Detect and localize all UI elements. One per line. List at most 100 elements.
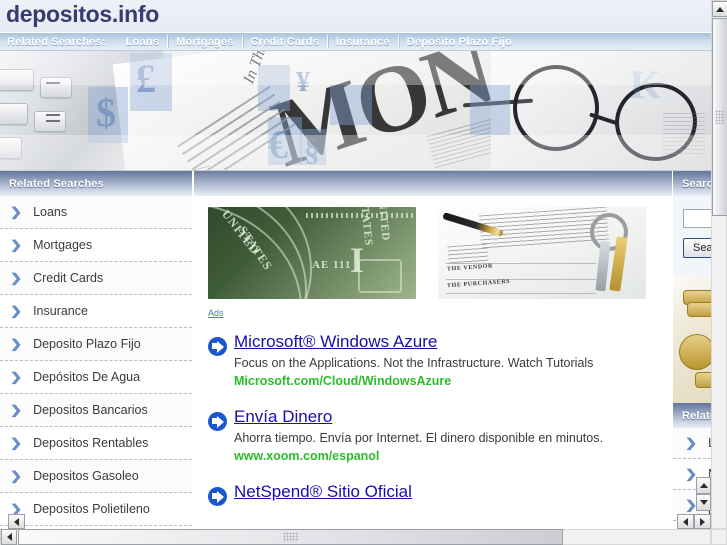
scrollbar-grip-icon — [282, 532, 299, 542]
main-panel-title — [194, 171, 672, 196]
chevron-right-icon: ❯ — [9, 238, 23, 252]
chevron-right-icon: ❯ — [9, 403, 23, 417]
related-searches-navbar: Related Searches: Loans Mortgages Credit… — [0, 32, 711, 51]
hero-banner-image: In The MONEY ing towa K £ $ € § ¥ — [0, 51, 711, 171]
sidebar-panel-title: Related Searches — [0, 171, 192, 196]
triangle-right-icon — [700, 517, 705, 526]
arrow-right-circle-icon — [208, 412, 227, 432]
scrollbar-corner — [711, 529, 727, 545]
banner-symbol-dollar: $ — [96, 90, 116, 135]
triangle-left-icon — [683, 517, 688, 526]
ad-body: NetSpend® Sitio Oficial — [234, 482, 658, 506]
right-column: Search Search Related ❯ Loans ❯ — [672, 171, 711, 529]
sidebar-item-label: Depositos Polietileno — [33, 502, 150, 516]
ad-title-link[interactable]: Envía Dinero — [234, 407, 658, 427]
ad-title-link[interactable]: NetSpend® Sitio Oficial — [234, 482, 658, 502]
chevron-right-icon: ❯ — [9, 271, 23, 285]
sidebar-item-label: Loans — [33, 205, 68, 219]
scroll-left-button[interactable] — [1, 529, 17, 545]
sidebar-item-depositos-bancarios[interactable]: ❯ Depositos Bancarios — [0, 394, 192, 427]
search-panel-body: Search — [673, 196, 711, 276]
vertical-scrollbar-thumb[interactable] — [712, 18, 727, 216]
vertical-scrollbar[interactable] — [711, 0, 727, 529]
ad-body: Envía Dinero Ahorra tiempo. Envía por In… — [234, 407, 658, 463]
ad-item: Envía Dinero Ahorra tiempo. Envía por In… — [208, 407, 658, 463]
triangle-up-icon — [716, 6, 724, 12]
ad-bullet — [208, 407, 234, 463]
content-area: Related Searches ❯ Loans ❯ Mortgages ❯ C… — [0, 171, 711, 529]
triangle-left-icon — [14, 517, 19, 526]
ads-label[interactable]: Ads — [208, 308, 224, 318]
triangle-down-icon — [699, 500, 708, 505]
inner-scroll-right-button-2[interactable] — [694, 514, 711, 529]
chevron-right-icon: ❯ — [9, 205, 23, 219]
arrow-right-circle-icon — [208, 337, 227, 356]
triangle-left-icon — [6, 533, 12, 541]
image-key — [595, 240, 611, 292]
image-gold-coins — [673, 276, 711, 403]
ad-description: Ahorra tiempo. Envía por Internet. El di… — [234, 430, 603, 445]
inner-scroll-down-button[interactable] — [696, 494, 711, 511]
chevron-right-icon: ❯ — [9, 304, 23, 318]
main-panel-body: UNITED STATES UNITED STATES AE 111 I THE — [194, 196, 672, 529]
sidebar-item-depositos-rentables[interactable]: ❯ Depositos Rentables — [0, 427, 192, 460]
search-button[interactable]: Search — [683, 237, 711, 258]
inner-scroll-up-button[interactable] — [696, 477, 711, 494]
inner-vertical-scrollbar[interactable] — [696, 477, 711, 511]
scrollbar-grip-icon — [715, 110, 725, 124]
ad-bullet — [208, 482, 234, 507]
sidebar-item-label: Insurance — [33, 304, 88, 318]
inner-horizontal-scrollbar-left[interactable] — [8, 514, 42, 529]
ad-url-link[interactable]: www.xoom.com/espanol — [234, 449, 658, 463]
nav-item-credit-cards[interactable]: Credit Cards — [243, 36, 327, 48]
sidebar-item-credit-cards[interactable]: ❯ Credit Cards — [0, 262, 192, 295]
nav-item-deposito-plazo-fijo[interactable]: Deposito Plazo Fijo — [399, 36, 520, 48]
ad-title-link[interactable]: Microsoft® Windows Azure — [234, 332, 658, 352]
page-viewport: depositos.info Related Searches: Loans M… — [0, 0, 711, 529]
search-input[interactable] — [683, 208, 711, 228]
chevron-right-icon: ❯ — [9, 337, 23, 351]
main-panel: UNITED STATES UNITED STATES AE 111 I THE — [193, 171, 672, 529]
ad-url-link[interactable]: Microsoft.com/Cloud/WindowsAzure — [234, 374, 658, 388]
sidebar-item-label: Depositos Rentables — [33, 436, 149, 450]
sidebar-related-searches: Related Searches ❯ Loans ❯ Mortgages ❯ C… — [0, 171, 193, 529]
inner-scroll-left-button[interactable] — [8, 514, 25, 529]
site-header: depositos.info — [0, 0, 711, 32]
ad-bullet — [208, 332, 234, 388]
sidebar-item-depositos-gasoleo[interactable]: ❯ Depositos Gasoleo — [0, 460, 192, 493]
chevron-right-icon: ❯ — [9, 436, 23, 450]
search-panel-title: Search — [673, 171, 711, 196]
image-caption-vendor: THE VENDOR — [446, 263, 494, 273]
related-panel-title: Related — [673, 403, 711, 428]
inner-horizontal-scrollbar-right[interactable] — [677, 514, 711, 529]
sidebar-item-label: Depósitos De Agua — [33, 370, 141, 384]
triangle-up-icon — [699, 483, 708, 488]
nav-item-mortgages[interactable]: Mortgages — [168, 36, 241, 48]
scroll-up-button[interactable] — [712, 1, 727, 17]
image-caption-purchasers: THE PURCHASERS — [446, 278, 511, 290]
sidebar-item-label: Depositos Bancarios — [33, 403, 148, 417]
sidebar-list: ❯ Loans ❯ Mortgages ❯ Credit Cards ❯ Ins… — [0, 196, 192, 526]
ad-body: Microsoft® Windows Azure Focus on the Ap… — [234, 332, 658, 388]
sidebar-item-label: Mortgages — [33, 238, 93, 252]
image-money-banknotes: UNITED STATES UNITED STATES AE 111 I — [208, 207, 416, 299]
chevron-right-icon: ❯ — [9, 370, 23, 384]
sidebar-item-depositos-de-agua[interactable]: ❯ Depósitos De Agua — [0, 361, 192, 394]
sidebar-item-label: Credit Cards — [33, 271, 104, 285]
ad-item: NetSpend® Sitio Oficial — [208, 482, 658, 507]
horizontal-scrollbar[interactable] — [0, 529, 711, 545]
sidebar-item-label: Deposito Plazo Fijo — [33, 337, 141, 351]
inner-scroll-left-button-2[interactable] — [677, 514, 694, 529]
related-item-loans[interactable]: ❯ Loans — [673, 428, 711, 459]
chevron-right-icon: ❯ — [9, 469, 23, 483]
nav-item-insurance[interactable]: Insurance — [328, 36, 398, 48]
image-contract-keys: THE VENDOR THE PURCHASERS — [438, 207, 646, 299]
sidebar-item-insurance[interactable]: ❯ Insurance — [0, 295, 192, 328]
nav-item-loans[interactable]: Loans — [118, 36, 167, 48]
sidebar-item-mortgages[interactable]: ❯ Mortgages — [0, 229, 192, 262]
horizontal-scrollbar-thumb[interactable] — [18, 529, 563, 545]
chevron-right-icon: ❯ — [684, 436, 698, 450]
image-caption-serial: AE 111 — [312, 259, 352, 271]
sidebar-item-deposito-plazo-fijo[interactable]: ❯ Deposito Plazo Fijo — [0, 328, 192, 361]
sidebar-item-loans[interactable]: ❯ Loans — [0, 196, 192, 229]
